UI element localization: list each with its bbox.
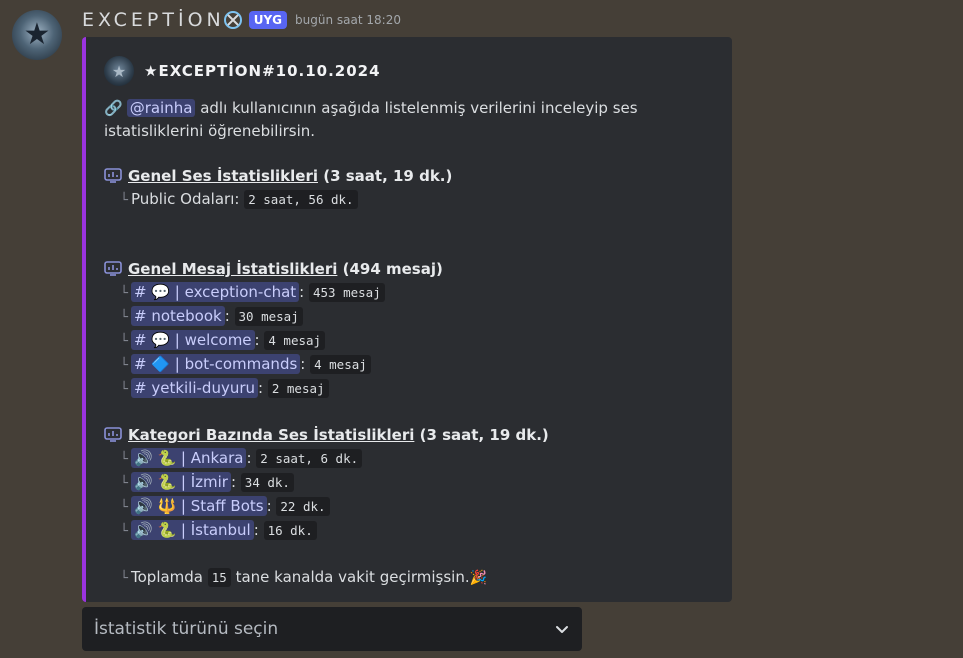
item-value: 2 saat, 6 dk.	[256, 449, 363, 468]
voice-general-summary: (3 saat, 19 dk.)	[323, 167, 453, 185]
embed-description: 🔗 @rainha adlı kullanıcının aşağıda liste…	[104, 97, 664, 143]
list-item: └ # notebook: 30 mesaj	[104, 305, 718, 329]
app-tag: UYG	[248, 11, 288, 29]
tree-branch: └	[120, 452, 128, 467]
voice-category-title: Kategori Bazında Ses İstatislikleri	[128, 426, 415, 444]
author-name[interactable]: EXCEPTİON	[82, 9, 225, 31]
message-general-title: Genel Mesaj İstatislikleri	[128, 260, 338, 278]
item-value: 16 dk.	[263, 521, 317, 540]
tree-branch: └	[120, 193, 128, 208]
item-value: 4 mesaj	[264, 331, 326, 350]
channel-link[interactable]: # yetkili-duyuru	[131, 378, 259, 398]
message-general-summary: (494 mesaj)	[342, 260, 443, 278]
author-avatar[interactable]: ★	[12, 10, 62, 60]
party-popper-icon: 🎉	[469, 570, 488, 586]
list-item: └ 🔊 🐍 | İstanbul: 16 dk.	[104, 519, 718, 543]
item-value: 453 mesaj	[308, 283, 385, 302]
tree-branch: └	[120, 476, 128, 491]
list-item: └ # 💬 | exception-chat: 453 mesaj	[104, 281, 718, 305]
item-value: 2 mesaj	[267, 379, 329, 398]
tree-branch: └	[120, 334, 128, 349]
embed-author-name: ★EXCEPTİON#10.10.2024	[144, 62, 381, 80]
channel-link[interactable]: 🔊 🐍 | İzmir	[131, 472, 231, 492]
stats-embed: ★ ★EXCEPTİON#10.10.2024 🔗 @rainha adlı ku…	[82, 37, 732, 602]
list-item: └ # 🔷 | bot-commands: 4 mesaj	[104, 353, 718, 377]
item-value: 22 dk.	[276, 497, 330, 516]
embed-author: ★ ★EXCEPTİON#10.10.2024	[104, 56, 718, 86]
list-item: └ 🔊 🔱 | Staff Bots: 22 dk.	[104, 495, 718, 519]
list-item: └ Public Odaları: 2 saat, 56 dk.	[104, 188, 718, 212]
message-general-heading: Genel Mesaj İstatislikleri (494 mesaj)	[104, 258, 718, 281]
stats-icon	[104, 168, 122, 183]
tree-branch: └	[120, 524, 128, 539]
item-value: 2 saat, 56 dk.	[244, 190, 358, 209]
select-placeholder: İstatistik türünü seçin	[94, 619, 279, 639]
list-item: └ # yetkili-duyuru: 2 mesaj	[104, 377, 718, 401]
total-prefix: Toplamda	[131, 568, 208, 586]
channel-link[interactable]: # 💬 | welcome	[131, 330, 255, 350]
timestamp: bugün saat 18:20	[295, 13, 401, 27]
tree-branch: └	[120, 500, 128, 515]
link-icon: 🔗	[104, 99, 123, 117]
list-item: └ 🔊 🐍 | İzmir: 34 dk.	[104, 471, 718, 495]
total-suffix: tane kanalda vakit geçirmişsin.	[230, 568, 470, 586]
embed-author-icon: ★	[104, 56, 134, 86]
stats-icon	[104, 427, 122, 442]
badge-icon	[223, 10, 243, 30]
channel-link[interactable]: 🔊 🔱 | Staff Bots	[131, 496, 267, 516]
tree-branch: └	[120, 358, 128, 373]
item-value: 4 mesaj	[310, 355, 371, 374]
list-item: └ # 💬 | welcome: 4 mesaj	[104, 329, 718, 353]
channel-link[interactable]: # 💬 | exception-chat	[131, 282, 300, 302]
user-mention[interactable]: @rainha	[126, 99, 196, 117]
list-item: └ 🔊 🐍 | Ankara: 2 saat, 6 dk.	[104, 447, 718, 471]
voice-general-title: Genel Ses İstatislikleri	[128, 167, 318, 185]
chevron-down-icon	[556, 626, 568, 633]
total-count: 15	[207, 568, 231, 587]
message-header: EXCEPTİON UYG bugün saat 18:20	[82, 8, 401, 32]
stats-icon	[104, 261, 122, 276]
item-value: 30 mesaj	[234, 307, 303, 326]
item-value: 34 dk.	[240, 473, 294, 492]
channel-link[interactable]: # notebook	[131, 306, 225, 326]
tree-branch: └	[120, 286, 128, 301]
total-line: └ Toplamda 15 tane kanalda vakit geçirmiş…	[104, 566, 718, 590]
channel-link[interactable]: 🔊 🐍 | İstanbul	[131, 520, 254, 540]
voice-category-heading: Kategori Bazında Ses İstatislikleri (3 s…	[104, 424, 718, 447]
tree-branch: └	[120, 310, 128, 325]
channel-link[interactable]: 🔊 🐍 | Ankara	[131, 448, 247, 468]
voice-general-heading: Genel Ses İstatislikleri (3 saat, 19 dk.…	[104, 165, 718, 188]
channel-link[interactable]: # 🔷 | bot-commands	[131, 354, 301, 374]
tree-branch: └	[120, 382, 128, 397]
tree-branch: └	[120, 571, 128, 586]
voice-category-summary: (3 saat, 19 dk.)	[419, 426, 549, 444]
item-label: Public Odaları:	[131, 190, 240, 208]
stat-type-select[interactable]: İstatistik türünü seçin	[82, 607, 582, 651]
